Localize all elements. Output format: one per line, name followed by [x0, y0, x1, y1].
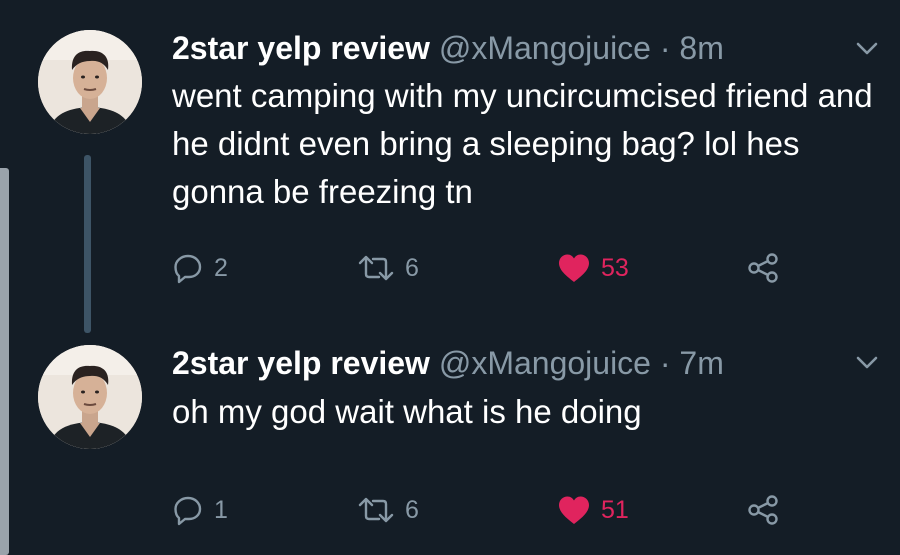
- like-button[interactable]: 53: [557, 250, 629, 286]
- separator-dot: ·: [659, 345, 671, 381]
- avatar[interactable]: [38, 30, 142, 134]
- retweet-count: 6: [405, 253, 419, 282]
- more-menu-button[interactable]: [854, 38, 880, 58]
- tweet-card[interactable]: 2star yelp review @xMangojuice · 8m went…: [0, 0, 900, 333]
- chevron-down-icon: [856, 42, 878, 55]
- like-button[interactable]: 51: [557, 492, 629, 528]
- thread-connector-line: [84, 155, 91, 333]
- avatar-portrait-icon: [38, 30, 142, 134]
- separator-dot: ·: [659, 30, 671, 66]
- retweet-icon: [358, 255, 394, 281]
- display-name[interactable]: 2star yelp review: [172, 345, 430, 381]
- timestamp[interactable]: 7m: [679, 345, 723, 381]
- tweet-actions: 2 6 53: [172, 250, 892, 286]
- retweet-button[interactable]: 6: [357, 250, 419, 286]
- display-name[interactable]: 2star yelp review: [172, 30, 430, 66]
- reply-icon: [174, 254, 202, 284]
- user-handle[interactable]: @xMangojuice: [439, 30, 651, 66]
- like-count: 51: [601, 495, 629, 524]
- retweet-count: 6: [405, 495, 419, 524]
- retweet-icon: [358, 497, 394, 523]
- reply-button[interactable]: 2: [172, 250, 228, 286]
- avatar-portrait-icon: [38, 345, 142, 449]
- retweet-button[interactable]: 6: [357, 492, 419, 528]
- share-button[interactable]: [747, 250, 779, 286]
- reply-count: 1: [214, 495, 228, 524]
- share-icon: [748, 253, 778, 283]
- timestamp[interactable]: 8m: [679, 30, 723, 66]
- more-menu-button[interactable]: [854, 352, 880, 372]
- heart-icon: [559, 254, 589, 282]
- tweet-actions: 1 6 51: [172, 492, 892, 528]
- user-handle[interactable]: @xMangojuice: [439, 345, 651, 381]
- avatar[interactable]: [38, 345, 142, 449]
- tweet-header: 2star yelp review @xMangojuice · 7m: [172, 343, 724, 383]
- share-button[interactable]: [747, 492, 779, 528]
- chevron-down-icon: [856, 356, 878, 369]
- share-icon: [748, 495, 778, 525]
- heart-icon: [559, 496, 589, 524]
- tweet-card[interactable]: 2star yelp review @xMangojuice · 7m oh m…: [0, 320, 900, 555]
- reply-button[interactable]: 1: [172, 492, 228, 528]
- reply-icon: [174, 496, 202, 526]
- tweet-text: oh my god wait what is he doing: [172, 393, 642, 430]
- tweet-text: went camping with my uncircumcised frien…: [172, 77, 873, 210]
- reply-count: 2: [214, 253, 228, 282]
- like-count: 53: [601, 253, 629, 282]
- tweet-header: 2star yelp review @xMangojuice · 8m: [172, 28, 724, 68]
